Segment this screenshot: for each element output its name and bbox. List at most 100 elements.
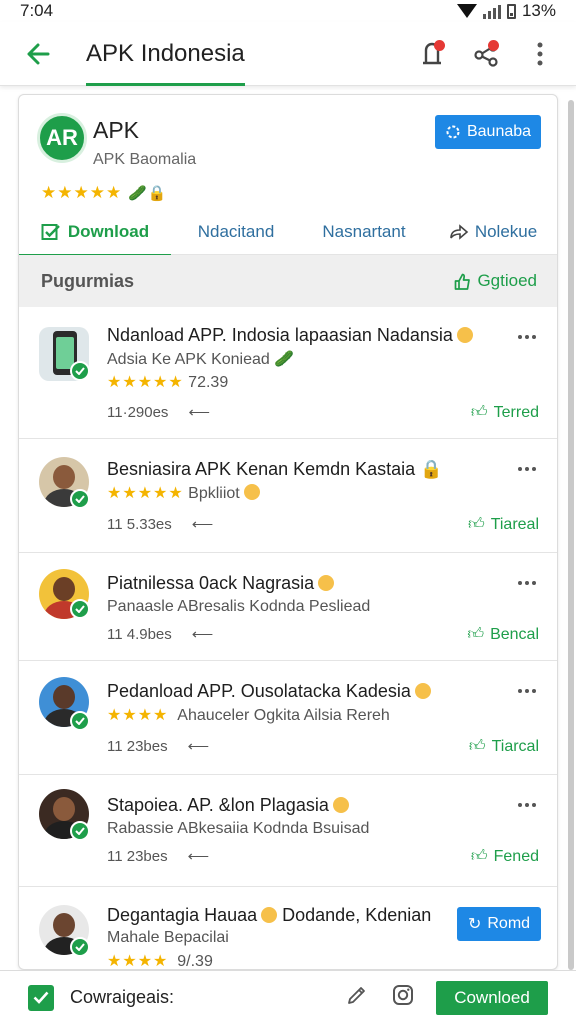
item-more-button[interactable] (515, 681, 539, 701)
item-rating: ★★★★★ 72.39 (107, 372, 228, 392)
select-all-checkbox[interactable] (28, 984, 54, 1011)
spinner-icon (446, 125, 460, 139)
verified-check-icon (70, 599, 90, 619)
title-underline (86, 82, 245, 86)
item-meta: 11·290es ⟵ (107, 403, 210, 422)
edit-tool-button[interactable] (346, 984, 368, 1011)
app-bar-actions (412, 34, 560, 74)
thumbs-up-icon: 👍︎ (467, 626, 485, 643)
verified-check-icon (70, 937, 90, 957)
item-action-link[interactable]: 👍︎ Tiarcal (469, 737, 539, 756)
smile-emoji-icon (456, 327, 473, 343)
notifications-button[interactable] (412, 34, 452, 74)
item-more-button[interactable] (515, 459, 539, 479)
share-button[interactable] (466, 34, 506, 74)
header-action-button[interactable]: Baunaba (435, 115, 541, 149)
rating-stars: ★★★★★ (107, 485, 184, 502)
back-arrow-icon (27, 43, 50, 64)
verified-check-icon (70, 489, 90, 509)
item-title: Pedanload APP. Ousolatacka Kadesia (107, 681, 431, 702)
tab-label: Download (67, 221, 150, 241)
app-title-tab: APK Indonesia (86, 22, 245, 86)
verified-check-icon (70, 821, 90, 841)
item-subtitle: Mahale Bepacilai (107, 929, 229, 946)
item-subtitle: Adsia Ke APK Koniead 🥒 (107, 349, 294, 369)
item-action-link[interactable]: 👍︎ Fened (471, 847, 539, 866)
item-subtitle: Rabassie ABkesaiia Kodnda Bsuisad (107, 820, 370, 837)
item-title: Degantagia Hauaa Dodande, Kdenian (107, 905, 431, 926)
tab-ndacitand[interactable]: Ndacitand (171, 209, 301, 255)
item-action-label: Terred (493, 403, 539, 421)
tab-nolekue[interactable]: Nolekue (427, 209, 557, 255)
list-item[interactable]: Besniasira APK Kenan Kemdn Kastaia 🔒 ★★★… (19, 439, 557, 553)
smile-emoji-icon (261, 907, 278, 923)
item-more-button[interactable] (515, 573, 539, 593)
list-item[interactable]: Pedanload APP. Ousolatacka Kadesia ★★★★ … (19, 661, 557, 775)
item-title-text: Stapoiea. AP. &lon Plagasia (107, 795, 329, 815)
app-name: APK (93, 117, 140, 143)
battery-level: 13% (521, 1, 556, 20)
item-subtitle: Panaasle ABresalis Kodnda Pesliead (107, 598, 371, 615)
item-action-link[interactable]: 👍︎ Tiareal (468, 515, 539, 534)
camera-icon (393, 985, 413, 1005)
app-logo: AR (37, 113, 87, 163)
item-title-text: Degantagia Hauaa (107, 905, 258, 925)
item-subtitle-text: Adsia Ke APK Koniead (107, 351, 270, 368)
list-item[interactable]: Stapoiea. AP. &lon Plagasia Rabassie ABk… (19, 775, 557, 887)
instagram-button[interactable] (392, 984, 414, 1011)
rating-stars: ★★★★ (107, 953, 169, 970)
arrow-left-icon: ⟵ (188, 404, 210, 421)
app-list: Ndanload APP. Indosia lapaasian Nadansia… (19, 307, 557, 970)
arrow-left-icon: ⟵ (191, 516, 214, 533)
back-button[interactable] (10, 26, 66, 82)
item-title-text: Piatnilessa 0ack Nagrasia (107, 573, 315, 593)
item-action-button[interactable]: ↻ Romd (457, 907, 541, 941)
item-title-text: Ndanload APP. Indosia lapaasian Nadansia (107, 325, 453, 345)
section-link[interactable]: Ggtioed (454, 271, 537, 291)
scrollbar[interactable] (568, 100, 574, 970)
item-title: Besniasira APK Kenan Kemdn Kastaia 🔒 (107, 459, 443, 480)
tab-label: Nasnartant (322, 221, 406, 241)
signal-icon (482, 4, 501, 19)
section-link-label: Ggtioed (477, 271, 537, 290)
item-button-label: Romd (487, 915, 531, 932)
item-action-label: Bencal (490, 625, 539, 643)
tab-bar: Download Ndacitand Nasnartant Nolekue (19, 209, 557, 256)
check-icon (33, 991, 49, 1004)
share-arrow-icon (450, 223, 469, 240)
app-rating: ★★★★★ 🥒🔒 (41, 183, 167, 203)
item-action-link[interactable]: 👍︎ Bencal (467, 625, 539, 644)
list-item[interactable]: Ndanload APP. Indosia lapaasian Nadansia… (19, 307, 557, 439)
item-subtitle-text: Ahauceler Ogkita Ailsia Rereh (177, 707, 390, 724)
lock-icon: 🔒 (420, 459, 443, 479)
item-more-button[interactable] (515, 795, 539, 815)
smile-emoji-icon (243, 484, 260, 500)
thumbs-up-icon: 👍︎ (468, 738, 486, 755)
section-header: Pugurmias Ggtioed (19, 255, 557, 307)
bottom-bar-icons (346, 984, 414, 1011)
leaf-emoji-icon: 🥒 (274, 351, 295, 368)
arrow-left-icon: ⟵ (187, 848, 210, 865)
thumbs-up-icon (455, 273, 471, 290)
list-item[interactable]: Degantagia Hauaa Dodande, Kdenian Mahale… (19, 887, 557, 970)
refresh-icon: ↻ (467, 916, 482, 933)
app-title: APK Indonesia (86, 39, 245, 67)
item-title: Ndanload APP. Indosia lapaasian Nadansia (107, 325, 473, 346)
item-title-suffix: Dodande, Kdenian (282, 905, 432, 925)
wifi-icon (456, 4, 477, 18)
item-more-button[interactable] (515, 327, 539, 347)
bottom-bar-label: Cowraigeais: (70, 987, 175, 1007)
download-button[interactable]: Cownloed (436, 980, 548, 1015)
more-options-button[interactable] (520, 34, 560, 74)
verified-check-icon (70, 361, 90, 381)
thumbs-up-icon: 👍︎ (467, 516, 485, 533)
tab-download[interactable]: Download (19, 209, 171, 256)
status-time: 7:04 (20, 1, 54, 20)
item-title-text: Besniasira APK Kenan Kemdn Kastaia (107, 459, 416, 479)
smile-emoji-icon (318, 575, 335, 591)
check-box-icon (41, 223, 60, 240)
tab-nasnartant[interactable]: Nasnartant (301, 209, 427, 255)
list-item[interactable]: Piatnilessa 0ack Nagrasia Panaasle ABres… (19, 553, 557, 661)
status-bar: 7:04 13% (0, 0, 576, 22)
item-action-link[interactable]: 👍︎ Terred (471, 403, 539, 422)
